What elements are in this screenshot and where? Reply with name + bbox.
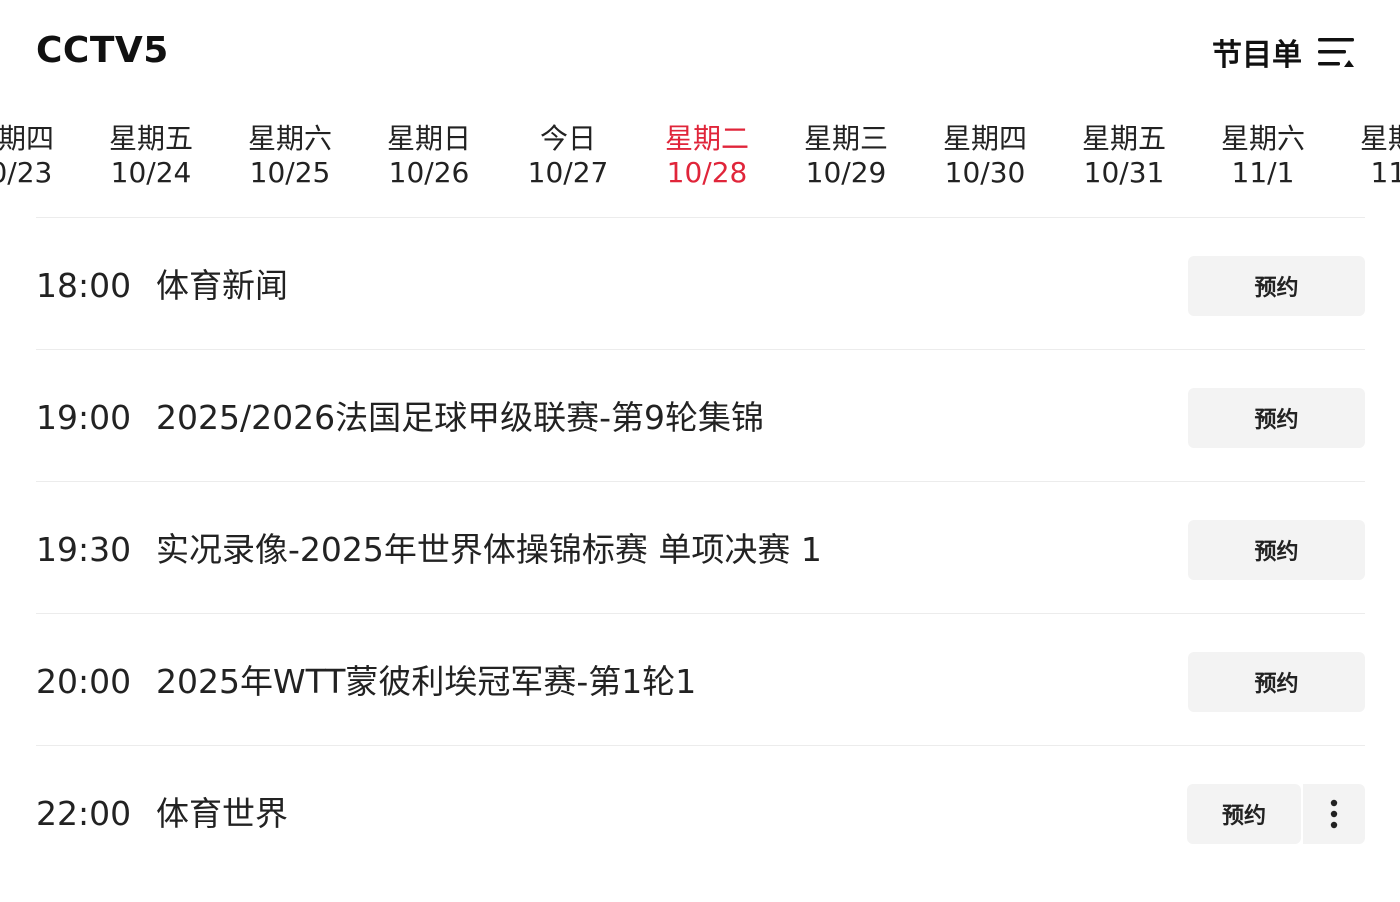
- date-tab-date: 10/29: [805, 156, 887, 189]
- date-tab-10-26[interactable]: 星期日 10/26: [359, 122, 499, 190]
- date-tab-weekday: 星期六: [1220, 122, 1305, 155]
- program-row: 19:00 2025/2026法国足球甲级联赛-第9轮集锦 预约: [36, 350, 1365, 482]
- date-tab-date: 10/31: [1083, 156, 1165, 189]
- program-name: 实况录像-2025年世界体操锦标赛 单项决赛 1: [156, 530, 822, 569]
- program-row: 22:00 体育世界 预约: [36, 746, 1365, 878]
- program-time: 19:30: [36, 530, 132, 569]
- date-tab-date: 10/28: [666, 156, 748, 189]
- channel-title: CCTV5: [36, 30, 169, 71]
- more-options-button[interactable]: [1303, 784, 1365, 844]
- date-tab-date: 10/23: [0, 156, 53, 189]
- date-tab-date: 10/26: [388, 156, 470, 189]
- reserve-button[interactable]: 预约: [1188, 388, 1365, 448]
- program-row: 19:30 实况录像-2025年世界体操锦标赛 单项决赛 1 预约: [36, 482, 1365, 614]
- date-tab-weekday: 星期四: [0, 122, 54, 155]
- date-tab-10-24[interactable]: 星期五 10/24: [81, 122, 221, 190]
- date-tab-date: 11/2: [1370, 156, 1400, 189]
- program-row: 18:00 体育新闻 预约: [36, 218, 1365, 350]
- reserve-button[interactable]: 预约: [1187, 784, 1301, 844]
- date-tab-weekday: 星期四: [942, 122, 1027, 155]
- program-time: 19:00: [36, 398, 132, 437]
- date-tab-weekday: 星期五: [108, 122, 193, 155]
- list-menu-icon: [1318, 38, 1354, 67]
- program-name: 体育世界: [156, 794, 288, 833]
- program-name: 体育新闻: [156, 266, 288, 305]
- date-selector: 星期四10/23星期五10/24星期六10/25星期日10/26今日10/27星…: [0, 122, 1400, 202]
- program-time: 22:00: [36, 794, 132, 833]
- date-tab-date: 11/1: [1231, 156, 1295, 189]
- date-tab-weekday: 星期三: [803, 122, 888, 155]
- header: CCTV5 节目单: [0, 0, 1400, 110]
- date-tab-10-23[interactable]: 星期四10/23: [0, 122, 82, 190]
- program-list-label: 节目单: [1212, 38, 1302, 73]
- program-list: 16:00运动一起赢预约18:00体育新闻预约19:002025/2026法国足…: [0, 150, 1400, 902]
- date-tab-weekday: 星期五: [1081, 122, 1166, 155]
- date-tab-11-2[interactable]: 星期日11/2: [1332, 122, 1400, 190]
- reserve-button[interactable]: 预约: [1188, 256, 1365, 316]
- date-tab-weekday: 星期六: [247, 122, 332, 155]
- date-tab-weekday: 今日: [539, 122, 596, 155]
- reserve-button[interactable]: 预约: [1188, 520, 1365, 580]
- program-time: 20:00: [36, 662, 132, 701]
- date-tab-10-31[interactable]: 星期五 10/31: [1054, 122, 1194, 190]
- date-tab-10-30[interactable]: 星期四 10/30: [915, 122, 1055, 190]
- program-time: 18:00: [36, 266, 132, 305]
- date-tab-date: 10/25: [249, 156, 331, 189]
- more-vertical-icon: [1330, 799, 1338, 829]
- date-tab-weekday: 星期日: [386, 122, 471, 155]
- date-tab-date: 10/27: [527, 156, 609, 189]
- date-tab-10-28[interactable]: 星期二 10/28: [637, 122, 777, 190]
- date-tab-date: 10/30: [944, 156, 1026, 189]
- date-tab-weekday: 星期日: [1359, 122, 1400, 155]
- program-row: 20:00 2025年WTT蒙彼利埃冠军赛-第1轮1 预约: [36, 614, 1365, 746]
- program-list-button[interactable]: 节目单: [1212, 30, 1356, 74]
- date-tab-10-25[interactable]: 星期六 10/25: [220, 122, 360, 190]
- reserve-button[interactable]: 预约: [1188, 652, 1365, 712]
- date-tab-10-29[interactable]: 星期三 10/29: [776, 122, 916, 190]
- program-name: 2025年WTT蒙彼利埃冠军赛-第1轮1: [156, 662, 697, 701]
- program-name: 2025/2026法国足球甲级联赛-第9轮集锦: [156, 398, 764, 437]
- date-tab-11-1[interactable]: 星期六 11/1: [1193, 122, 1333, 190]
- date-tab-10-27[interactable]: 今日 10/27: [498, 122, 638, 190]
- date-tab-weekday: 星期二: [664, 122, 749, 155]
- date-tab-date: 10/24: [110, 156, 192, 189]
